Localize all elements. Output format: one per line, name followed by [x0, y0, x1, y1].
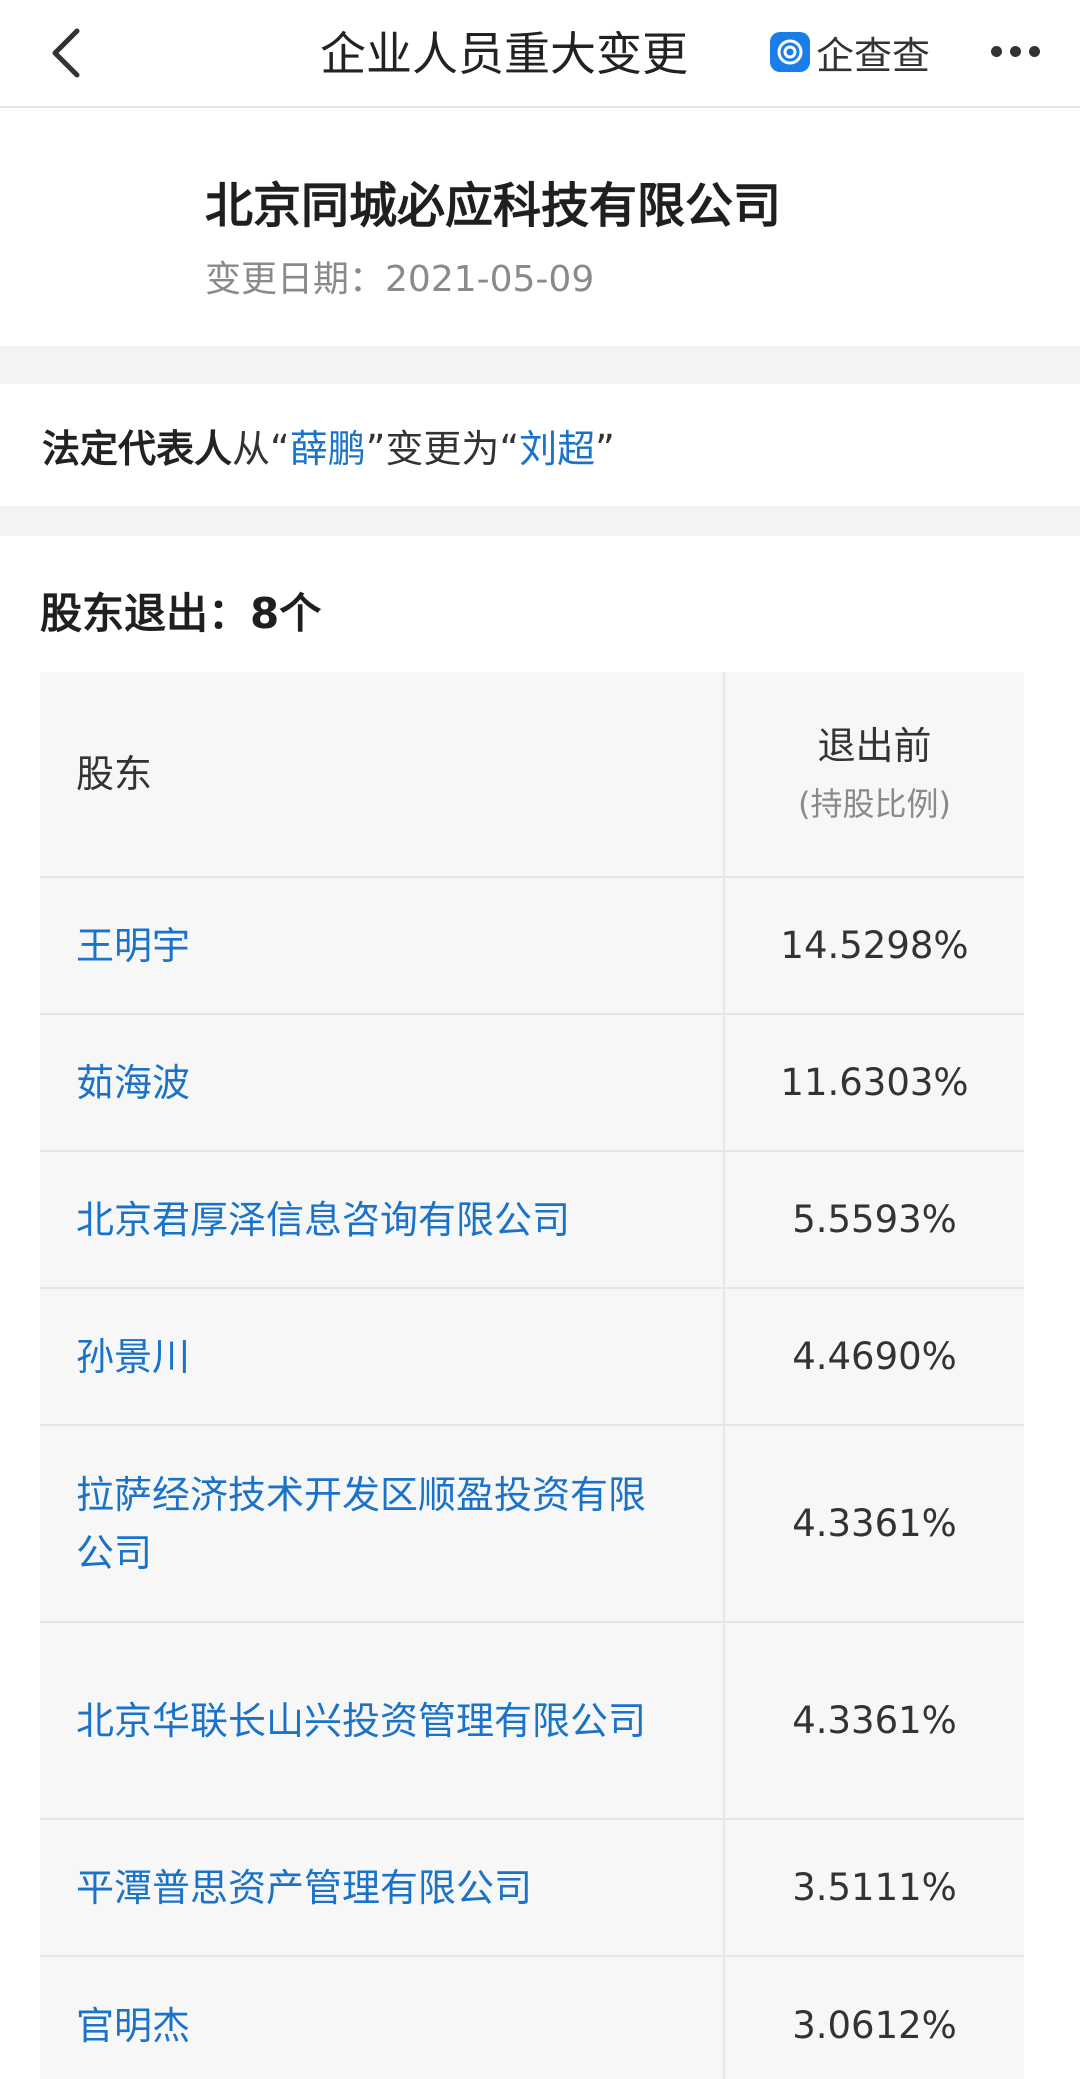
more-options-button[interactable]: [980, 28, 1050, 74]
shareholding-ratio: 4.3361%: [723, 1623, 1024, 1818]
shareholders-table: 股东 退出前 (持股比例) 王明宇 14.5298% 茹海波 11.6303% …: [40, 672, 1024, 2079]
table-row: 北京华联长山兴投资管理有限公司 4.3361%: [40, 1623, 1024, 1820]
shareholder-name-link[interactable]: 平潭普思资产管理有限公司: [76, 1859, 532, 1917]
section-divider: [0, 506, 1080, 536]
company-name[interactable]: 北京同城必应科技有限公司: [205, 166, 781, 236]
legal-rep-sentence: 法定代表人从“薛鹏”变更为“刘超”: [42, 418, 615, 473]
to-word: 变更为: [385, 427, 500, 471]
column-header-before-exit: 退出前 (持股比例): [723, 672, 1024, 876]
column-header-shareholding-ratio: (持股比例): [798, 785, 951, 823]
shareholding-ratio: 3.5111%: [723, 1820, 1024, 1955]
shareholder-name-link[interactable]: 北京君厚泽信息咨询有限公司: [76, 1191, 570, 1249]
table-header-row: 股东 退出前 (持股比例): [40, 672, 1024, 878]
shareholder-name-link[interactable]: 茹海波: [76, 1054, 190, 1112]
change-date-label: 变更日期：: [205, 259, 386, 300]
brand-logo-link[interactable]: 企查查: [770, 28, 930, 78]
shareholding-ratio: 14.5298%: [723, 878, 1024, 1013]
close-quote: ”: [365, 427, 386, 471]
back-button[interactable]: [36, 18, 96, 88]
shareholder-name-link[interactable]: 官明杰: [76, 1997, 190, 2055]
company-info: 北京同城必应科技有限公司 变更日期：2021-05-09: [0, 108, 1080, 346]
table-row: 王明宇 14.5298%: [40, 878, 1024, 1015]
new-legal-rep-link[interactable]: 刘超: [519, 427, 595, 471]
shareholding-ratio: 5.5593%: [723, 1152, 1024, 1287]
table-row: 孙景川 4.4690%: [40, 1289, 1024, 1426]
shareholding-ratio: 4.4690%: [723, 1289, 1024, 1424]
change-date: 变更日期：2021-05-09: [205, 250, 594, 302]
change-date-value: 2021-05-09: [385, 259, 595, 300]
old-legal-rep-link[interactable]: 薛鹏: [290, 427, 366, 471]
legal-rep-label: 法定代表人: [42, 427, 233, 471]
shareholder-name-link[interactable]: 拉萨经济技术开发区顺盈投资有限公司: [76, 1466, 683, 1582]
shareholder-name-link[interactable]: 孙景川: [76, 1328, 190, 1386]
shareholding-ratio: 3.0612%: [723, 1957, 1024, 2079]
shareholder-name-link[interactable]: 王明宇: [76, 917, 190, 975]
page-title: 企业人员重大变更: [320, 27, 688, 81]
page: 企业人员重大变更 企查查 北京同城必应科技有限公司 变更日期：2021-05-0…: [0, 0, 1080, 2079]
table-row: 北京君厚泽信息咨询有限公司 5.5593%: [40, 1152, 1024, 1289]
column-header-before-exit-label: 退出前: [817, 724, 932, 768]
shareholder-name-link[interactable]: 北京华联长山兴投资管理有限公司: [76, 1692, 646, 1750]
table-row: 平潭普思资产管理有限公司 3.5111%: [40, 1820, 1024, 1957]
close-quote: ”: [595, 427, 615, 471]
brand-name: 企查查: [816, 33, 931, 78]
more-dots-icon: [987, 42, 1044, 61]
open-quote: “: [499, 427, 520, 471]
top-bar: 企业人员重大变更 企查查: [0, 0, 1080, 108]
table-row: 茹海波 11.6303%: [40, 1015, 1024, 1152]
shareholding-ratio: 11.6303%: [723, 1015, 1024, 1150]
table-row: 官明杰 3.0612%: [40, 1957, 1024, 2079]
shareholding-ratio: 4.3361%: [723, 1426, 1024, 1621]
from-word: 从: [232, 427, 271, 471]
section-divider: [0, 346, 1080, 384]
shareholders-exit-title: 股东退出：8个: [40, 589, 322, 638]
legal-rep-change: 法定代表人从“薛鹏”变更为“刘超”: [0, 384, 1080, 506]
table-row: 拉萨经济技术开发区顺盈投资有限公司 4.3361%: [40, 1426, 1024, 1623]
open-quote: “: [270, 427, 290, 471]
chevron-left-icon: [52, 28, 80, 78]
brand-icon: [770, 32, 810, 72]
column-header-shareholder: 股东: [76, 752, 153, 796]
